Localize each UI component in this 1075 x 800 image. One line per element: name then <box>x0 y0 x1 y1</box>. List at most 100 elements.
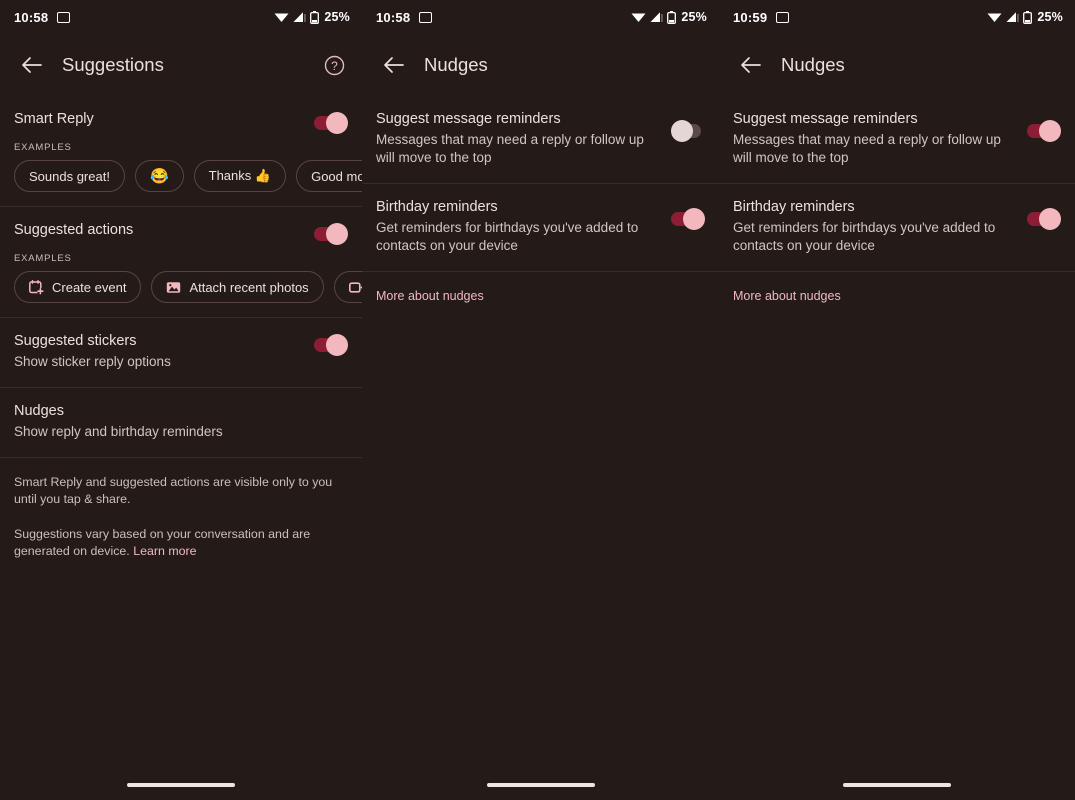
setting-subtitle: Messages that may need a reply or follow… <box>376 132 644 165</box>
toggle-suggested-actions[interactable] <box>314 223 348 245</box>
setting-title: Birthday reminders <box>733 199 855 215</box>
calendar-add-icon <box>29 279 44 295</box>
chips-smart-reply: Sounds great! 😂 Thanks 👍 Good morning <box>0 160 362 192</box>
status-bar-left: 10:58 <box>376 9 433 25</box>
svg-text:?: ? <box>331 59 338 73</box>
app-bar: Suggestions ? <box>0 34 362 96</box>
setting-row-suggest-message-reminders[interactable]: Suggest message reminders Messages that … <box>719 96 1075 183</box>
cast-screen-icon <box>776 11 790 23</box>
cell-signal-icon <box>650 12 663 22</box>
setting-texts: Birthday reminders Get reminders for bir… <box>376 198 671 255</box>
footnote-on-device: Suggestions vary based on your conversat… <box>0 526 362 560</box>
status-bar: 10:58 25% <box>362 0 719 34</box>
screenshot-panels: 10:58 25% Suggestions ? Smart Reply EXAM… <box>0 0 1075 800</box>
status-clock: 10:58 <box>376 9 411 25</box>
setting-title: Suggested actions <box>14 222 134 238</box>
page-title: Suggestions <box>62 54 164 75</box>
setting-row-smart-reply[interactable]: Smart Reply <box>0 96 362 144</box>
setting-subtitle: Show reply and birthday reminders <box>14 424 223 439</box>
setting-title: Birthday reminders <box>376 199 498 215</box>
video-camera-icon <box>348 281 362 294</box>
wifi-icon <box>274 13 289 22</box>
toggle-smart-reply[interactable] <box>314 112 348 134</box>
wifi-icon <box>631 13 646 22</box>
setting-title: Nudges <box>14 403 64 419</box>
status-bar: 10:59 25% <box>719 0 1075 34</box>
toggle-suggest-message-reminders[interactable] <box>671 120 705 142</box>
setting-texts: Birthday reminders Get reminders for bir… <box>733 198 1027 255</box>
status-bar-left: 10:59 <box>733 9 790 25</box>
toggle-birthday-reminders[interactable] <box>1027 208 1061 230</box>
battery-icon <box>1023 10 1033 24</box>
wifi-icon <box>987 13 1002 22</box>
toggle-thumb <box>1039 120 1061 142</box>
image-icon <box>166 280 181 295</box>
setting-subtitle: Show sticker reply options <box>14 354 171 369</box>
cast-screen-icon <box>57 11 71 23</box>
toggle-thumb <box>683 208 705 230</box>
battery-icon <box>667 10 677 24</box>
setting-row-suggested-stickers[interactable]: Suggested stickers Show sticker reply op… <box>0 318 362 387</box>
setting-row-suggest-message-reminders[interactable]: Suggest message reminders Messages that … <box>362 96 719 183</box>
more-about-nudges-link[interactable]: More about nudges <box>719 272 1075 303</box>
chip-label: Create event <box>52 279 127 295</box>
toggle-birthday-reminders[interactable] <box>671 208 705 230</box>
chip-good-morning[interactable]: Good morning <box>296 160 362 192</box>
setting-texts: Suggested stickers Show sticker reply op… <box>14 332 314 371</box>
phone-screen-suggestions: 10:58 25% Suggestions ? Smart Reply EXAM… <box>0 0 362 800</box>
chip-sounds-great[interactable]: Sounds great! <box>14 160 125 192</box>
setting-row-birthday-reminders[interactable]: Birthday reminders Get reminders for bir… <box>719 184 1075 271</box>
page-title: Nudges <box>781 54 845 75</box>
status-bar-right: 25% <box>274 10 350 24</box>
toggle-thumb <box>326 112 348 134</box>
status-bar-right: 25% <box>631 10 707 24</box>
cell-signal-icon <box>293 12 306 22</box>
back-arrow-icon[interactable] <box>376 48 410 82</box>
laughing-emoji-icon: 😂 <box>149 167 169 185</box>
setting-texts: Suggested actions <box>14 221 314 240</box>
toggle-thumb <box>1039 208 1061 230</box>
setting-title: Suggested stickers <box>14 333 137 349</box>
divider <box>0 457 362 458</box>
status-clock: 10:58 <box>14 9 49 25</box>
cell-signal-icon <box>1006 12 1019 22</box>
toggle-thumb <box>326 223 348 245</box>
gesture-navigation-bar[interactable] <box>127 783 235 787</box>
toggle-thumb <box>326 334 348 356</box>
phone-screen-nudges-on: 10:59 25% Nudges Suggest message reminde… <box>719 0 1075 800</box>
chip-start-video-call[interactable]: Sta <box>333 271 362 303</box>
chip-create-event[interactable]: Create event <box>14 271 142 303</box>
chip-attach-recent-photos[interactable]: Attach recent photos <box>151 271 324 303</box>
gesture-navigation-bar[interactable] <box>843 783 951 787</box>
battery-percent: 25% <box>1037 10 1063 24</box>
setting-subtitle: Get reminders for birthdays you've added… <box>733 220 996 253</box>
status-clock: 10:59 <box>733 9 768 25</box>
toggle-suggest-message-reminders[interactable] <box>1027 120 1061 142</box>
setting-row-suggested-actions[interactable]: Suggested actions <box>0 207 362 255</box>
app-bar: Nudges <box>362 34 719 96</box>
status-bar: 10:58 25% <box>0 0 362 34</box>
examples-label-smart-reply: EXAMPLES <box>14 142 72 153</box>
setting-row-birthday-reminders[interactable]: Birthday reminders Get reminders for bir… <box>362 184 719 271</box>
toggle-thumb <box>671 120 693 142</box>
back-arrow-icon[interactable] <box>14 48 48 82</box>
setting-texts: Nudges Show reply and birthday reminders <box>14 402 348 441</box>
back-arrow-icon[interactable] <box>733 48 767 82</box>
setting-row-nudges[interactable]: Nudges Show reply and birthday reminders <box>0 388 362 457</box>
page-title: Nudges <box>424 54 488 75</box>
gesture-navigation-bar[interactable] <box>486 783 595 787</box>
chip-label: Good morning <box>311 168 362 184</box>
toggle-suggested-stickers[interactable] <box>314 334 348 356</box>
status-bar-left: 10:58 <box>14 9 71 25</box>
learn-more-link[interactable]: Learn more <box>133 544 196 558</box>
battery-percent: 25% <box>324 10 350 24</box>
more-about-nudges-link[interactable]: More about nudges <box>362 272 719 303</box>
chip-label: Attach recent photos <box>189 279 309 295</box>
chip-laughing-emoji[interactable]: 😂 <box>134 160 184 192</box>
chip-thanks[interactable]: Thanks 👍 <box>193 160 287 192</box>
setting-title: Suggest message reminders <box>733 111 918 127</box>
help-circle-icon[interactable]: ? <box>318 49 350 81</box>
phone-screen-nudges-off: 10:58 25% Nudges Suggest message reminde… <box>362 0 719 800</box>
battery-percent: 25% <box>681 10 707 24</box>
setting-subtitle: Get reminders for birthdays you've added… <box>376 220 639 253</box>
